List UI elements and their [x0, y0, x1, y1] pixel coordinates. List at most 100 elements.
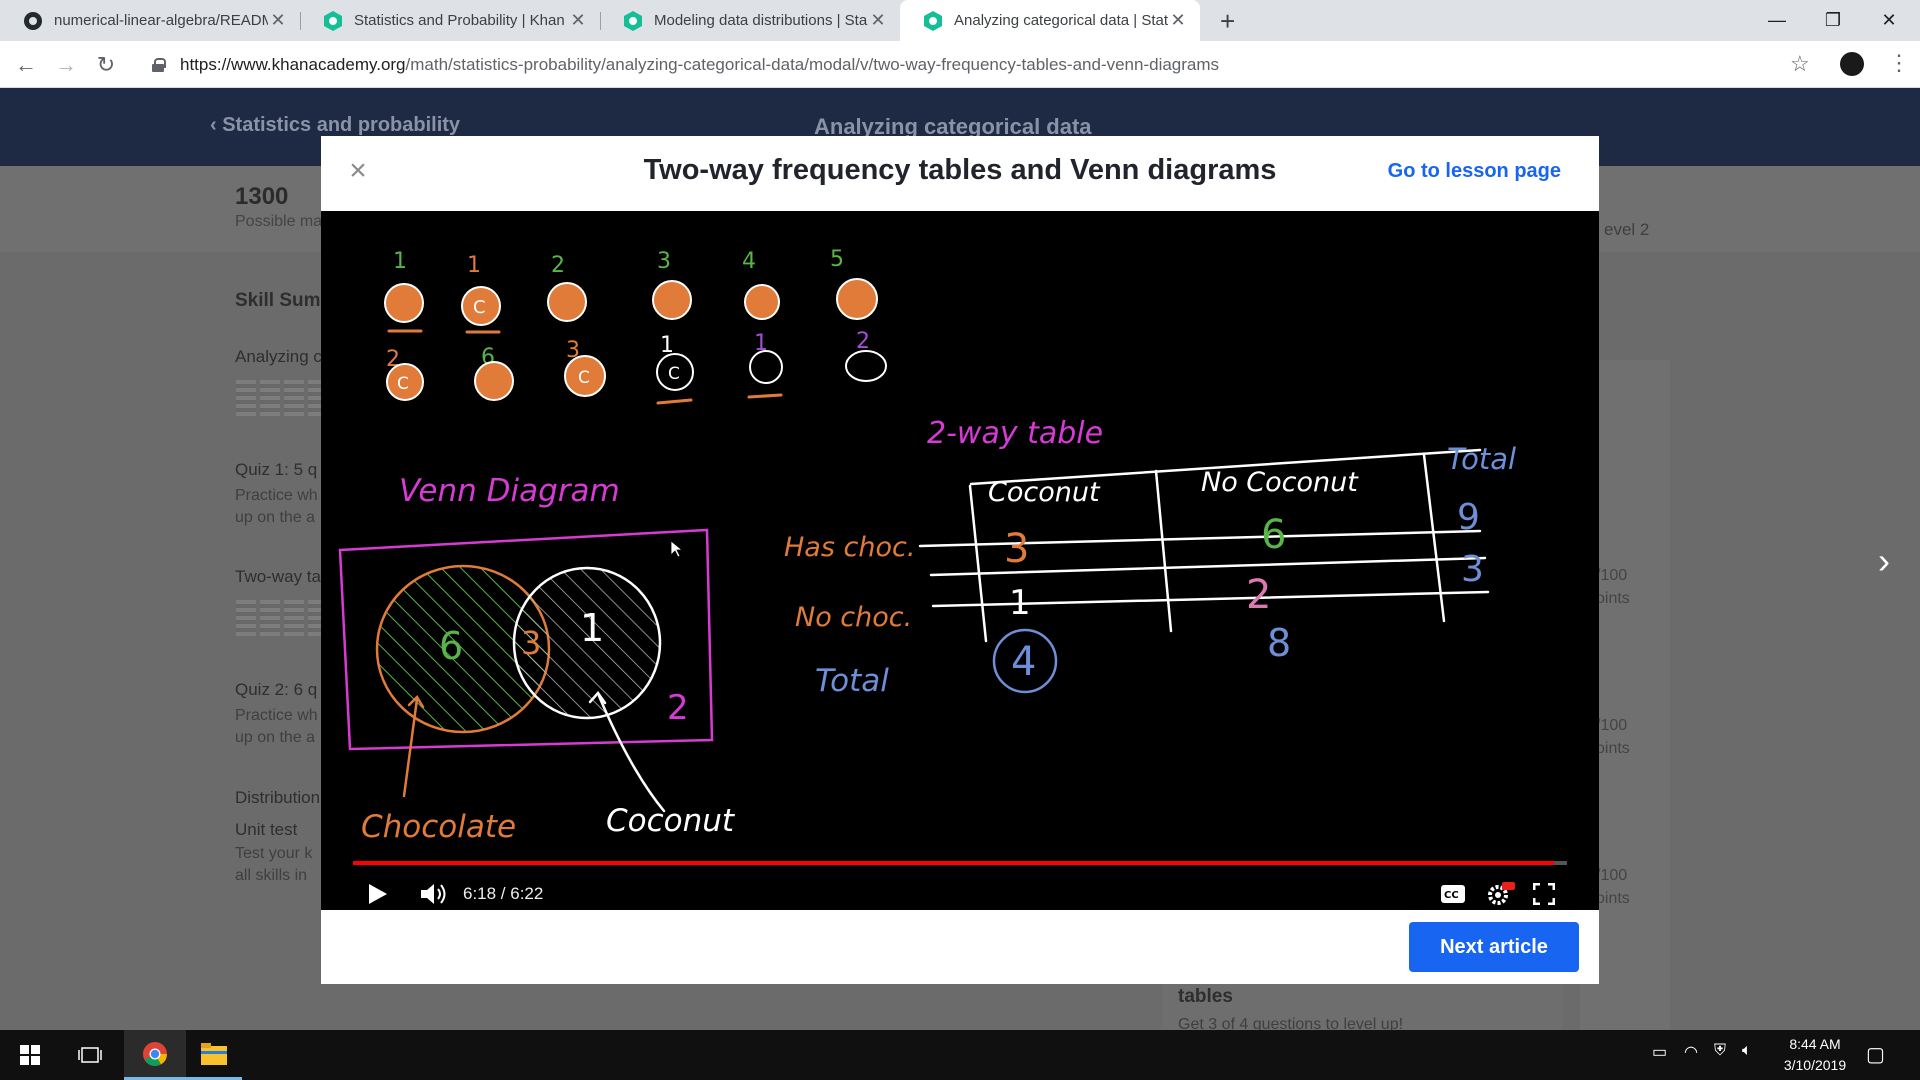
close-icon[interactable]: ✕ — [1168, 10, 1188, 31]
go-to-lesson-link[interactable]: Go to lesson page — [1388, 160, 1561, 183]
settings-button[interactable] — [1487, 876, 1515, 910]
tab-statistics-probability[interactable]: Statistics and Probability | Khan A ✕ — [300, 0, 600, 41]
tab-title: Modeling data distributions | Sta — [654, 12, 868, 29]
lesson-item[interactable]: Two-way ta — [235, 567, 321, 587]
mouse-cursor-icon — [670, 540, 684, 558]
row-label: Total — [815, 663, 889, 699]
venn-value: 6 — [439, 624, 463, 668]
play-button[interactable] — [369, 876, 387, 910]
board-number: 1 — [393, 249, 407, 274]
fullscreen-icon — [1533, 883, 1555, 905]
reload-button[interactable]: ↻ — [90, 49, 122, 81]
start-button[interactable] — [0, 1030, 60, 1080]
sample-dots-bottom: C C C — [386, 350, 887, 405]
task-view-button[interactable] — [62, 1030, 118, 1080]
chrome-icon — [143, 1041, 167, 1066]
close-icon[interactable]: ✕ — [868, 10, 888, 31]
unit-test-item[interactable]: Unit test — [235, 820, 297, 840]
system-clock[interactable]: 8:44 AM 3/10/2019 — [1770, 1034, 1860, 1076]
window-close-button[interactable]: ✕ — [1866, 0, 1912, 41]
captions-button[interactable]: CC — [1441, 876, 1465, 910]
board-number: 5 — [830, 247, 844, 272]
column-header: Coconut — [988, 477, 1101, 508]
quiz-desc: up on the a — [235, 729, 316, 746]
back-link[interactable]: ‹ Statistics and probability — [210, 114, 460, 137]
clock-date: 3/10/2019 — [1783, 1057, 1847, 1073]
next-article-button[interactable]: Next article — [1409, 922, 1579, 972]
tab-modeling-distributions[interactable]: Modeling data distributions | Sta ✕ — [600, 0, 900, 41]
venn-value: 2 — [667, 688, 689, 728]
profile-avatar[interactable] — [1840, 52, 1864, 76]
close-icon[interactable]: ✕ — [268, 10, 288, 31]
quiz-item[interactable]: Quiz 2: 6 q — [235, 680, 317, 700]
sample-dots-top: C — [384, 278, 878, 334]
taskbar-file-explorer[interactable] — [186, 1030, 242, 1080]
row-label: No choc. — [795, 602, 912, 633]
battery-icon[interactable]: ▭ — [1652, 1042, 1667, 1062]
forward-button[interactable]: → — [50, 49, 82, 81]
browser-toolbar: ← → ↻ https://www.khanacademy.org/math/s… — [0, 41, 1920, 88]
task-view-icon — [78, 1047, 102, 1063]
video-modal: × Two-way frequency tables and Venn diag… — [321, 136, 1599, 984]
minimize-button[interactable]: — — [1754, 0, 1800, 41]
quiz-desc: Practice wh — [235, 487, 318, 504]
lock-icon — [152, 58, 166, 72]
back-button[interactable]: ← — [10, 49, 42, 81]
fullscreen-button[interactable] — [1533, 876, 1555, 910]
khan-academy-icon — [324, 10, 342, 31]
video-player[interactable]: 1 1 2 3 4 5 C 2 6 3 1 1 2 C C C 2-way ta… — [321, 211, 1599, 910]
points-text: oints — [1596, 740, 1630, 757]
browser-menu-icon[interactable]: ⋮ — [1888, 50, 1910, 76]
seek-bar[interactable] — [353, 861, 1567, 865]
github-icon — [24, 11, 42, 30]
svg-text:C: C — [473, 297, 486, 318]
taskbar — [0, 1030, 1920, 1080]
board-number: 2 — [551, 253, 565, 278]
gear-icon — [1488, 882, 1515, 905]
tab-title: numerical-linear-algebra/READM — [54, 12, 268, 29]
lesson-item[interactable]: Distribution — [235, 788, 320, 808]
close-icon[interactable]: ✕ — [568, 10, 588, 31]
mastery-bars — [236, 600, 328, 636]
table-title: 2-way table — [927, 416, 1103, 451]
captions-icon: CC — [1441, 885, 1465, 903]
column-header: No Coconut — [1201, 467, 1359, 498]
level-label: evel 2 — [1604, 220, 1650, 239]
wifi-icon[interactable]: ◠ — [1684, 1042, 1698, 1062]
svg-text:C: C — [578, 368, 590, 388]
volume-button[interactable] — [421, 876, 447, 910]
shield-icon[interactable]: ⛨ — [1714, 1042, 1726, 1060]
bookmark-star-icon[interactable]: ☆ — [1790, 51, 1810, 77]
back-link-label: Statistics and probability — [222, 114, 461, 136]
venn-label: Chocolate — [361, 809, 516, 845]
cell-value: 1 — [1009, 583, 1031, 623]
new-tab-button[interactable]: + — [1220, 6, 1235, 37]
khan-academy-icon — [624, 10, 642, 31]
points-text: oints — [1596, 890, 1630, 907]
quiz-desc: up on the a — [235, 509, 316, 526]
svg-text:CC: CC — [1444, 890, 1459, 901]
svg-text:C: C — [397, 374, 409, 394]
url-host: https://www.khanacademy.org — [180, 55, 406, 74]
folder-icon — [201, 1042, 227, 1065]
cell-value: 3 — [1461, 549, 1484, 590]
time-display: 6:18 / 6:22 — [463, 884, 544, 903]
board-number: 4 — [742, 249, 756, 274]
possible-points-label: Possible ma — [235, 213, 323, 230]
venn-value: 1 — [580, 606, 604, 650]
maximize-button[interactable]: ❐ — [1810, 0, 1856, 41]
chevron-right-icon[interactable]: › — [1878, 540, 1890, 582]
clock-time: 8:44 AM — [1789, 1036, 1841, 1052]
tab-analyzing-categorical[interactable]: Analyzing categorical data | Stati ✕ — [900, 0, 1200, 41]
taskbar-chrome[interactable] — [124, 1030, 186, 1080]
quiz-item[interactable]: Quiz 1: 5 q — [235, 460, 317, 480]
tab-github[interactable]: numerical-linear-algebra/READM ✕ — [0, 0, 300, 41]
mastery-bars — [236, 380, 328, 416]
lesson-item[interactable]: Analyzing c — [235, 347, 322, 367]
cell-value: 9 — [1457, 497, 1480, 538]
cell-value: 4 — [1011, 639, 1036, 685]
volume-tray-icon[interactable]: 🔈︎ — [1742, 1042, 1752, 1060]
address-bar[interactable]: https://www.khanacademy.org/math/statist… — [140, 47, 1800, 83]
volume-icon — [421, 884, 446, 904]
notifications-icon[interactable]: ▢ — [1866, 1042, 1885, 1067]
